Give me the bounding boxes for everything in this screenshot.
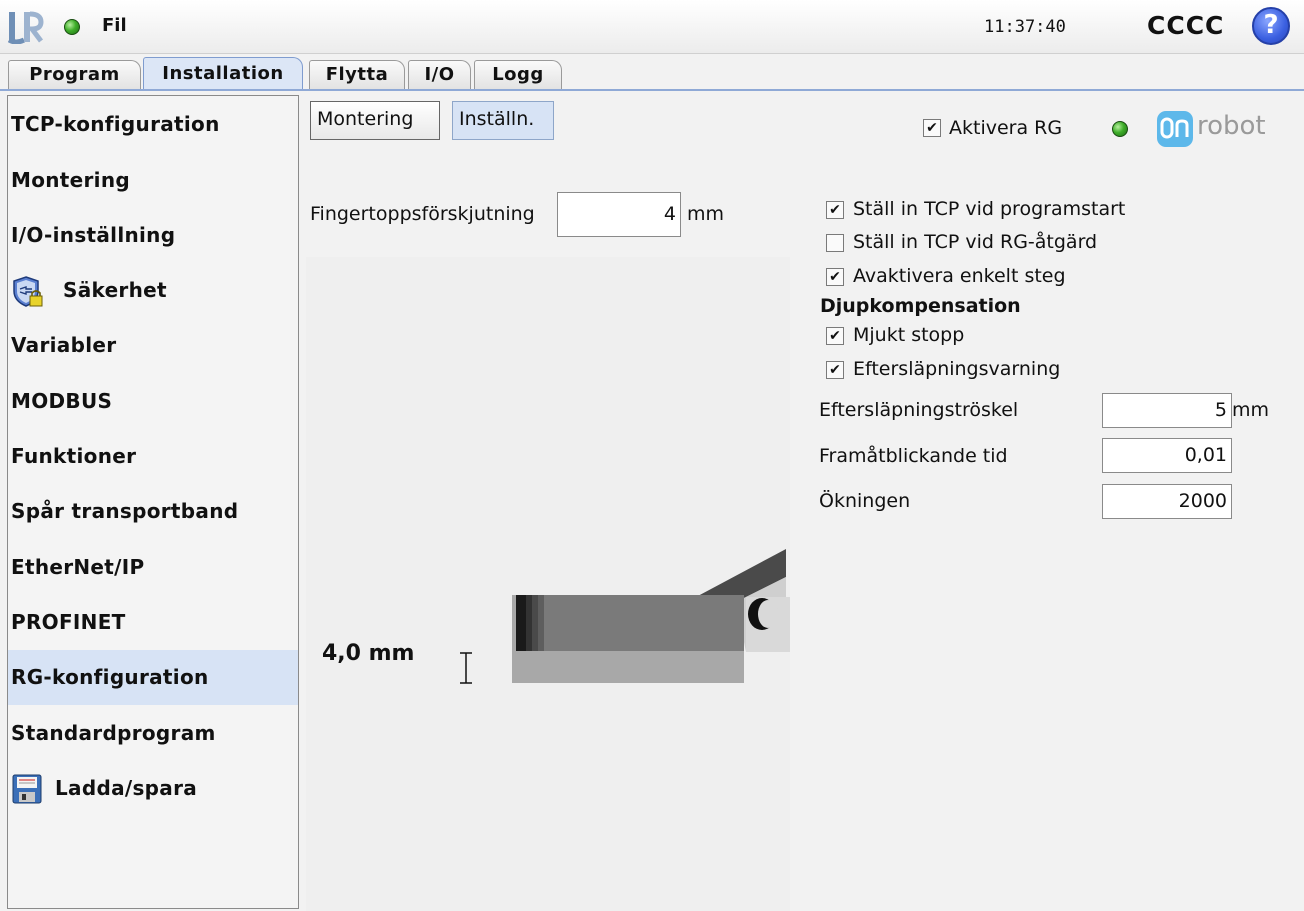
lag-threshold-unit: mm xyxy=(1232,399,1270,421)
clock: 11:37:40 xyxy=(984,17,1066,37)
tab-program[interactable]: Program xyxy=(8,60,141,90)
sidebar-item-safety[interactable]: Säkerhet xyxy=(8,263,298,318)
main-tabs: Program Installation Flytta I/O Logg xyxy=(0,56,1304,91)
onrobot-logo-icon xyxy=(1160,117,1189,139)
fingertip-offset-label: Fingertoppsförskjutning xyxy=(310,203,535,225)
set-tcp-on-rg-action-checkbox[interactable] xyxy=(826,234,844,252)
sidebar-item-modbus[interactable]: MODBUS xyxy=(8,374,298,429)
sidebar-item-conveyor-tracking[interactable]: Spår transportband xyxy=(8,484,298,539)
activate-rg-label: Aktivera RG xyxy=(949,117,1063,139)
tab-installation[interactable]: Installation xyxy=(143,57,303,91)
sidebar-item-load-save[interactable]: Ladda/spara xyxy=(8,761,298,816)
gripper-finger-graphic xyxy=(460,549,790,684)
soft-stop-label: Mjukt stopp xyxy=(853,324,965,346)
tab-io[interactable]: I/O xyxy=(408,60,471,90)
sidebar-item-label: I/O-inställning xyxy=(11,223,176,247)
universal-robots-logo xyxy=(8,11,44,44)
lag-warning-checkbox[interactable]: ✔ xyxy=(826,361,844,379)
onrobot-logo-mark xyxy=(1157,111,1193,147)
gain-input[interactable]: 2000 xyxy=(1102,484,1232,519)
sidebar-item-tcp-configuration[interactable]: TCP-konfiguration xyxy=(8,97,298,152)
sidebar-item-label: Spår transportband xyxy=(11,499,239,523)
sidebar-item-features[interactable]: Funktioner xyxy=(8,429,298,484)
set-tcp-on-rg-action-label: Ställ in TCP vid RG-åtgärd xyxy=(853,231,1098,253)
sidebar-item-rg-configuration[interactable]: RG-konfiguration xyxy=(8,650,298,705)
sidebar-item-label: Variabler xyxy=(11,333,117,357)
depth-compensation-heading: Djupkompensation xyxy=(820,295,1021,317)
rg-configuration-panel: Montering Inställn. ✔ Aktivera RG robot … xyxy=(300,91,1304,911)
gripper-visualization xyxy=(306,257,790,911)
sidebar-item-variables[interactable]: Variabler xyxy=(8,318,298,373)
lookahead-time-label: Framåtblickande tid xyxy=(819,445,1008,467)
lookahead-time-input[interactable]: 0,01 xyxy=(1102,438,1232,473)
set-tcp-on-program-start-label: Ställ in TCP vid programstart xyxy=(853,198,1126,220)
fingertip-depth-readout: 4,0 mm xyxy=(322,641,415,666)
set-tcp-on-program-start-checkbox[interactable]: ✔ xyxy=(826,201,844,219)
sidebar-item-label: Montering xyxy=(11,168,130,192)
sidebar-item-label: Standardprogram xyxy=(11,721,216,745)
installation-sidebar: TCP-konfiguration Montering I/O-inställn… xyxy=(7,95,299,909)
help-button[interactable]: ? xyxy=(1252,7,1290,45)
sidebar-item-label: PROFINET xyxy=(11,610,126,634)
safety-shield-lock-icon xyxy=(13,276,43,307)
sidebar-item-mounting[interactable]: Montering xyxy=(8,153,298,208)
sidebar-item-profinet[interactable]: PROFINET xyxy=(8,595,298,650)
lag-warning-label: Eftersläpningsvarning xyxy=(853,358,1061,380)
sidebar-item-label: EtherNet/IP xyxy=(11,555,145,579)
sidebar-item-label: MODBUS xyxy=(11,389,113,413)
sidebar-item-ethernet-ip[interactable]: EtherNet/IP xyxy=(8,540,298,595)
tab-move[interactable]: Flytta xyxy=(309,60,405,90)
gripper-status-indicator xyxy=(1112,121,1128,137)
disable-single-step-checkbox[interactable]: ✔ xyxy=(826,268,844,286)
tab-log[interactable]: Logg xyxy=(474,60,562,90)
activate-rg-checkbox[interactable]: ✔ xyxy=(923,119,941,137)
sidebar-item-label: TCP-konfiguration xyxy=(11,112,220,136)
mounting-button[interactable]: Montering xyxy=(310,101,440,140)
robot-name: CCCC xyxy=(1147,11,1225,40)
sidebar-item-label: Funktioner xyxy=(11,444,137,468)
fingertip-offset-unit: mm xyxy=(687,203,725,225)
file-menu[interactable]: Fil xyxy=(102,15,127,36)
gain-label: Ökningen xyxy=(819,490,911,512)
onrobot-brand-text: robot xyxy=(1197,111,1266,141)
fingertip-offset-input[interactable]: 4 xyxy=(557,192,681,237)
soft-stop-checkbox[interactable]: ✔ xyxy=(826,327,844,345)
sidebar-item-io-setup[interactable]: I/O-inställning xyxy=(8,208,298,263)
disable-single-step-label: Avaktivera enkelt steg xyxy=(853,265,1066,287)
settings-button[interactable]: Inställn. xyxy=(452,101,554,140)
lag-threshold-input[interactable]: 5 xyxy=(1102,393,1232,428)
sidebar-item-default-program[interactable]: Standardprogram xyxy=(8,706,298,761)
sidebar-item-label: RG-konfiguration xyxy=(11,665,209,689)
top-bar: Fil 11:37:40 CCCC ? xyxy=(0,0,1304,54)
floppy-disk-icon xyxy=(12,774,42,804)
lag-threshold-label: Eftersläpningströskel xyxy=(819,399,1019,421)
robot-status-indicator xyxy=(64,19,80,35)
